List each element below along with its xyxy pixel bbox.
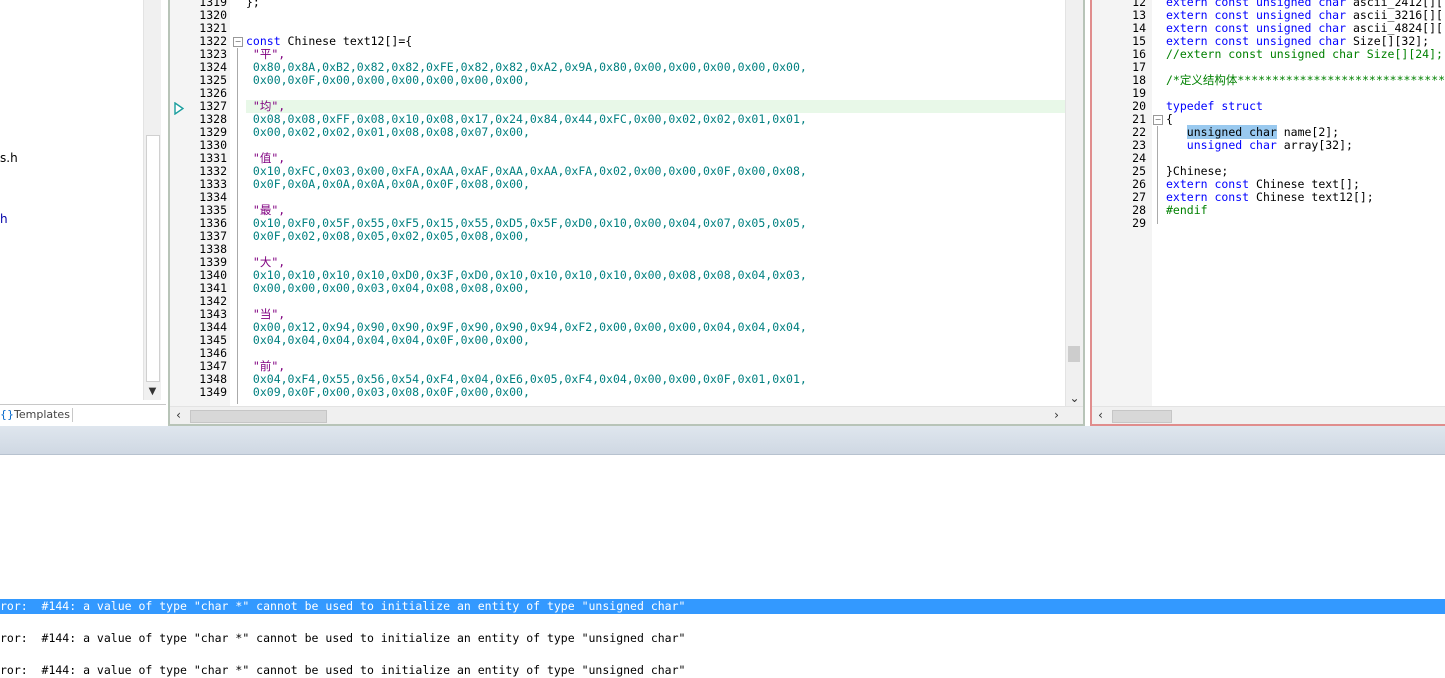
code-token: Chinese text12[]; xyxy=(1249,190,1374,204)
code-token: #endif xyxy=(1166,203,1208,217)
output-line[interactable]: ror: #144: a value of type "char *" cann… xyxy=(0,599,1445,614)
project-vertical-scrollbar[interactable]: ▼ xyxy=(143,0,161,400)
code-line[interactable]: 0x0F,0x02,0x08,0x05,0x02,0x05,0x08,0x00, xyxy=(246,230,530,243)
code-token: ascii_4824[][ xyxy=(1346,21,1443,35)
code-token: typedef struct xyxy=(1166,99,1263,113)
code-token: "平", xyxy=(246,47,286,61)
editor-horizontal-scrollbar[interactable]: ‹ › xyxy=(170,406,1083,424)
selected-text: unsigned char xyxy=(1186,125,1277,139)
main-code-editor[interactable]: 1319}; 1320 1321 1322− const Chinese text12[… xyxy=(168,0,1085,426)
code-token: Chinese text[]; xyxy=(1249,177,1360,191)
code-token: name[2]; xyxy=(1276,125,1340,139)
code-line[interactable]: }; xyxy=(246,0,260,9)
code-token: const xyxy=(246,34,281,48)
code-token: 0x00,0x12,0x94,0x90,0x90,0x9F,0x90,0x90,… xyxy=(246,320,807,334)
tree-item-header-file[interactable]: s.h xyxy=(0,151,18,165)
header-horizontal-scrollbar[interactable]: ‹ xyxy=(1092,406,1445,424)
code-token: 0x09,0x0F,0x00,0x03,0x08,0x0F,0x00,0x00, xyxy=(246,385,530,399)
fold-toggle-icon[interactable]: − xyxy=(233,37,243,47)
code-token: 0x10,0x10,0x10,0x10,0xD0,0x3F,0xD0,0x10,… xyxy=(246,268,807,282)
editor-scroll-thumb[interactable] xyxy=(1068,346,1080,362)
code-token: }; xyxy=(246,0,260,9)
code-token: 0x08,0x08,0xFF,0x08,0x10,0x08,0x17,0x24,… xyxy=(246,112,807,126)
code-token: extern const unsigned char xyxy=(1166,8,1347,22)
code-token: 0x0F,0x0A,0x0A,0x0A,0x0A,0x0F,0x08,0x00, xyxy=(246,177,530,191)
code-token: "最", xyxy=(246,203,286,217)
line-number: 1349 xyxy=(199,385,227,399)
code-token: "大", xyxy=(246,255,286,269)
code-token: extern const xyxy=(1166,177,1250,191)
panel-splitter[interactable] xyxy=(0,426,1445,455)
fold-toggle-icon[interactable]: − xyxy=(1153,115,1163,125)
project-pane: s.h h ▼ {} Templates xyxy=(0,0,166,427)
code-token: extern const unsigned char xyxy=(1166,21,1347,35)
project-tab-bar: {} Templates xyxy=(0,404,166,427)
code-line[interactable]: typedef struct xyxy=(1166,100,1263,113)
tab-divider xyxy=(72,408,73,422)
build-output-panel: ror: #144: a value of type "char *" cann… xyxy=(0,455,1445,677)
code-token: 0x0F,0x02,0x08,0x05,0x02,0x05,0x08,0x00, xyxy=(246,229,530,243)
tab-templates[interactable]: Templates xyxy=(14,408,70,421)
code-token: 0x80,0x8A,0xB2,0x82,0x82,0xFE,0x82,0x82,… xyxy=(246,60,807,74)
tree-item-fragment[interactable]: h xyxy=(0,212,8,226)
scroll-left-icon[interactable]: ‹ xyxy=(1092,407,1109,424)
header-hscroll-thumb[interactable] xyxy=(1112,410,1172,423)
code-token: ascii_3216[][ xyxy=(1346,8,1443,22)
code-line[interactable]: 0x04,0x04,0x04,0x04,0x04,0x0F,0x00,0x00, xyxy=(246,334,530,347)
code-token: extern const unsigned char xyxy=(1166,34,1347,48)
code-line[interactable]: 0x00,0x0F,0x00,0x00,0x00,0x00,0x00,0x00, xyxy=(246,74,530,87)
code-token: 0x04,0xF4,0x55,0x56,0x54,0xF4,0x04,0xE6,… xyxy=(246,372,807,386)
editor-hscroll-thumb[interactable] xyxy=(190,410,327,423)
fold-guide xyxy=(1157,126,1158,224)
code-token: extern const xyxy=(1166,190,1250,204)
editor-vertical-scrollbar[interactable]: ⌄ xyxy=(1065,0,1083,407)
code-token: /*定义结构体********************************* xyxy=(1166,73,1445,87)
code-token: array[32]; xyxy=(1276,138,1353,152)
code-token: 0x00,0x0F,0x00,0x00,0x00,0x00,0x00,0x00, xyxy=(246,73,530,87)
code-token: 0x00,0x02,0x02,0x01,0x08,0x08,0x07,0x00, xyxy=(246,125,530,139)
code-token: unsigned char xyxy=(1186,138,1277,152)
project-scroll-thumb[interactable] xyxy=(146,135,160,382)
code-token: "值", xyxy=(246,151,286,165)
code-line[interactable]: 0x09,0x0F,0x00,0x03,0x08,0x0F,0x00,0x00, xyxy=(246,386,530,399)
code-token: "前", xyxy=(246,359,286,373)
code-token: //extern const unsigned char Size[][24]; xyxy=(1166,47,1443,61)
code-token: 0x00,0x00,0x00,0x03,0x04,0x08,0x08,0x00, xyxy=(246,281,530,295)
code-token: { xyxy=(1166,112,1173,126)
templates-icon: {} xyxy=(0,408,14,421)
code-token: Size[][32]; xyxy=(1346,34,1430,48)
scroll-down-icon[interactable]: ▼ xyxy=(144,383,161,400)
code-line[interactable]: 0x00,0x02,0x02,0x01,0x08,0x08,0x07,0x00, xyxy=(246,126,530,139)
code-token: Chinese text12[]={ xyxy=(280,34,413,48)
code-token: 0x10,0xF0,0x5F,0x55,0xF5,0x15,0x55,0xD5,… xyxy=(246,216,807,230)
code-token: "均", xyxy=(246,99,286,113)
code-line[interactable]: #endif xyxy=(1166,204,1208,217)
code-line[interactable]: //extern const unsigned char Size[][24]; xyxy=(1166,48,1443,61)
output-line[interactable]: ror: #144: a value of type "char *" cann… xyxy=(0,663,1445,678)
code-line[interactable]: unsigned char array[32]; xyxy=(1166,139,1353,152)
scroll-right-icon[interactable]: › xyxy=(1048,407,1065,424)
line-number: 29 xyxy=(1132,216,1146,230)
scroll-left-icon[interactable]: ‹ xyxy=(170,407,187,424)
fold-guide xyxy=(237,48,238,404)
code-line[interactable]: 0x00,0x00,0x00,0x03,0x04,0x08,0x08,0x00, xyxy=(246,282,530,295)
header-code-editor[interactable]: 12 extern const unsigned char ascii_2412[… xyxy=(1090,0,1445,426)
code-line[interactable]: 0x0F,0x0A,0x0A,0x0A,0x0A,0x0F,0x08,0x00, xyxy=(246,178,530,191)
code-line[interactable]: /*定义结构体********************************* xyxy=(1166,74,1445,87)
code-token: "当", xyxy=(246,307,286,321)
output-line[interactable]: ror: #144: a value of type "char *" cann… xyxy=(0,631,1445,646)
code-token: 0x10,0xFC,0x03,0x00,0xFA,0xAA,0xAF,0xAA,… xyxy=(246,164,807,178)
code-token: 0x04,0x04,0x04,0x04,0x04,0x0F,0x00,0x00, xyxy=(246,333,530,347)
scroll-down-icon[interactable]: ⌄ xyxy=(1066,390,1083,407)
code-token: }Chinese; xyxy=(1166,164,1229,178)
